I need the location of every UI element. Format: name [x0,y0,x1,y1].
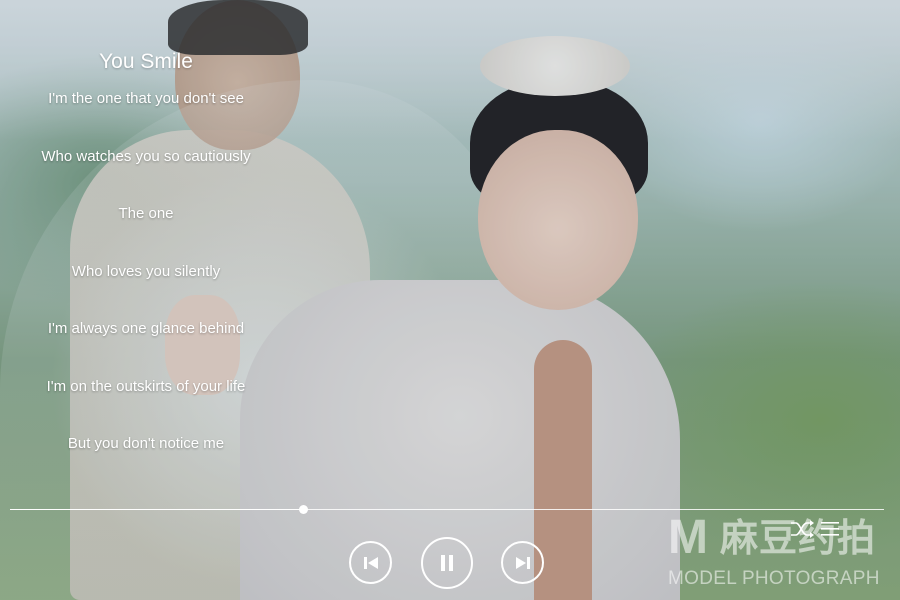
watermark: M 麻豆约拍 MODEL PHOTOGRAPH [668,512,888,592]
song-title: You Smile [99,50,193,73]
lyric-line: Who watches you so cautiously [41,147,251,165]
progress-knob[interactable] [298,505,308,514]
lyric-line: The one [118,205,174,222]
previous-button[interactable] [349,541,392,584]
progress-bar[interactable] [10,505,884,514]
lyric-line: I'm on the outskirts of your life [46,377,246,395]
watermark-chinese-text: 麻豆约拍 [720,518,877,560]
lyric-line: Who loves you silently [71,262,221,280]
next-button[interactable] [501,541,544,584]
lyrics-list: I'm the one that you don't see Who watch… [0,90,292,493]
lyric-line: I'm the one that you don't see [48,90,244,107]
watermark-logo: M [668,511,708,564]
skip-previous-icon [362,555,380,571]
pause-icon [439,554,455,572]
watermark-english-text: MODEL PHOTOGRAPH [668,568,880,589]
pause-button[interactable] [421,537,473,589]
lyric-line: But you don't notice me [67,435,225,452]
progress-fill [10,509,303,510]
skip-next-icon [514,555,532,571]
lyric-line: I'm always one glance behind [47,320,245,337]
